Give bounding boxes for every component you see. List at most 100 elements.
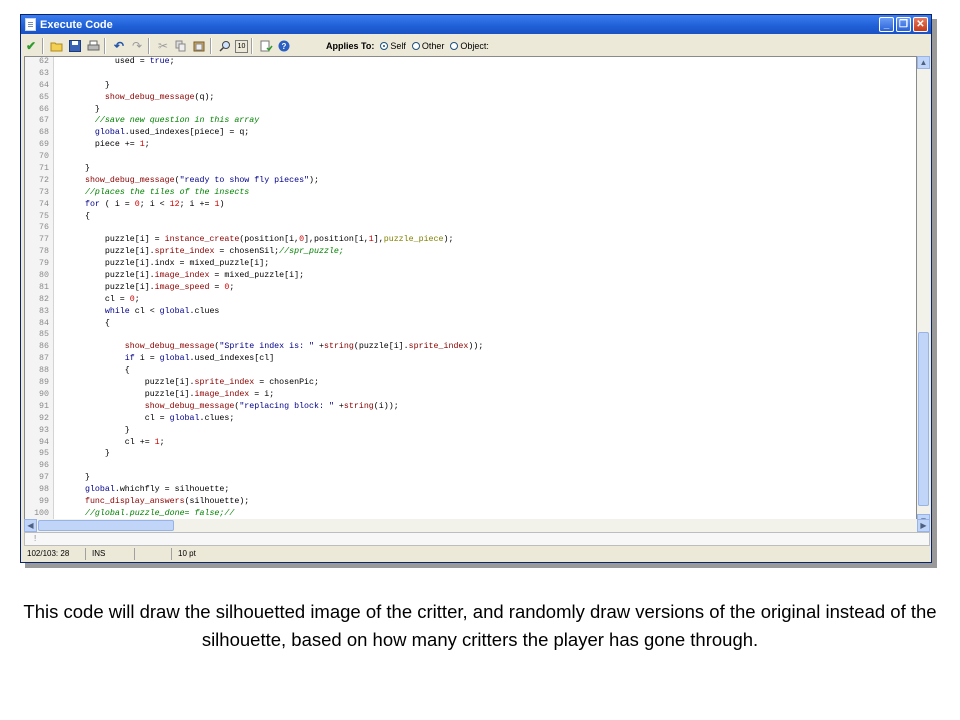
code-line[interactable]: 82 cl = 0; [25, 294, 916, 306]
scroll-up-icon[interactable]: ▲ [917, 56, 930, 69]
code-line[interactable]: 91 show_debug_message("replacing block: … [25, 401, 916, 413]
redo-icon[interactable]: ↷ [129, 38, 145, 54]
code-text: puzzle[i].sprite_index = chosenSil;//spr… [53, 246, 344, 258]
code-token: { [84, 211, 90, 221]
code-token: { [124, 366, 130, 376]
code-line[interactable]: 79 puzzle[i].indx = mixed_puzzle[i]; [25, 258, 916, 270]
code-token: (i)); [373, 401, 399, 411]
code-token: global [94, 128, 125, 138]
scroll-left-icon[interactable]: ◀ [24, 519, 37, 532]
code-line[interactable]: 71 } [25, 163, 916, 175]
horizontal-scroll-thumb[interactable] [38, 520, 174, 531]
applies-to-label: Applies To: [326, 41, 375, 51]
code-token: (puzzle[i]. [353, 342, 409, 352]
code-line[interactable]: 62 used = true; [25, 57, 916, 68]
cut-icon[interactable]: ✂ [155, 38, 171, 54]
code-token: ; [159, 437, 165, 447]
close-button[interactable]: ✕ [913, 17, 928, 32]
find-icon[interactable] [217, 38, 233, 54]
code-token: } [104, 449, 110, 459]
code-line[interactable]: 72 show_debug_message("ready to show fly… [25, 175, 916, 187]
code-line[interactable]: 89 puzzle[i].sprite_index = chosenPic; [25, 377, 916, 389]
goto-line-icon[interactable]: 10 [235, 39, 248, 53]
code-line[interactable]: 63 [25, 68, 916, 80]
check-icon[interactable]: ✔ [23, 38, 39, 54]
slide-caption: This code will draw the silhouetted imag… [23, 601, 937, 650]
code-token: cl += [124, 437, 155, 447]
code-line[interactable]: 80 puzzle[i].image_index = mixed_puzzle[… [25, 270, 916, 282]
code-line[interactable]: 98 global.whichfly = silhouette; [25, 484, 916, 496]
code-line[interactable]: 87 if i = global.used_indexes[cl] [25, 353, 916, 365]
scroll-right-icon[interactable]: ▶ [917, 519, 930, 532]
code-token: ],position[i, [304, 235, 369, 245]
code-line[interactable]: 97 } [25, 472, 916, 484]
radio-self[interactable]: Self [380, 41, 406, 51]
code-line[interactable]: 77 puzzle[i] = instance_create(position[… [25, 234, 916, 246]
code-line[interactable]: 75 { [25, 211, 916, 223]
radio-object[interactable]: Object: [450, 41, 489, 51]
code-token: instance_create [164, 235, 240, 245]
code-token: puzzle_piece [383, 235, 444, 245]
help-icon[interactable]: ? [276, 38, 292, 54]
code-line[interactable]: 84 { [25, 318, 916, 330]
vertical-scroll-thumb[interactable] [918, 332, 929, 506]
line-number: 88 [39, 366, 49, 376]
code-line[interactable]: 74 for ( i = 0; i < 12; i += 1) [25, 199, 916, 211]
code-text: puzzle[i].image_index = mixed_puzzle[i]; [53, 270, 304, 282]
code-token: puzzle[i]. [104, 247, 155, 257]
save-icon[interactable] [67, 38, 83, 54]
line-number: 71 [39, 164, 49, 174]
code-line[interactable]: 69 piece += 1; [25, 139, 916, 151]
code-line[interactable]: 95 } [25, 448, 916, 460]
code-editor[interactable]: 62 used = true; 63 64 } 65 show_debug_messa… [24, 56, 917, 527]
code-text: if i = global.used_indexes[cl] [53, 353, 274, 365]
open-folder-icon[interactable] [49, 38, 65, 54]
radio-other[interactable]: Other [411, 41, 444, 51]
vertical-scrollbar[interactable]: ▲ ▼ [917, 56, 930, 527]
title-bar[interactable]: Execute Code _ ❐ ✕ [21, 15, 931, 34]
code-token: sprite_index [154, 247, 215, 257]
code-token: global [169, 413, 200, 423]
code-line[interactable]: 86 show_debug_message("Sprite index is: … [25, 341, 916, 353]
code-token: puzzle[i] = [104, 235, 165, 245]
code-text: piece += 1; [53, 139, 150, 151]
line-number: 90 [39, 389, 49, 399]
code-text: } [53, 104, 100, 116]
code-line[interactable]: 73 //places the tiles of the insects [25, 187, 916, 199]
minimize-button[interactable]: _ [879, 17, 894, 32]
code-line[interactable]: 81 puzzle[i].image_speed = 0; [25, 282, 916, 294]
code-token: ], [373, 235, 384, 245]
copy-icon[interactable] [173, 38, 189, 54]
paste-icon[interactable] [191, 38, 207, 54]
code-line[interactable]: 94 cl += 1; [25, 437, 916, 449]
code-text: puzzle[i].image_index = i; [53, 389, 274, 401]
code-line[interactable]: 66 } [25, 104, 916, 116]
undo-icon[interactable]: ↶ [111, 38, 127, 54]
code-line[interactable]: 90 puzzle[i].image_index = i; [25, 389, 916, 401]
horizontal-scrollbar[interactable]: ◀ ▶ [24, 519, 930, 532]
code-line[interactable]: 70 [25, 151, 916, 163]
code-line[interactable]: 85 [25, 329, 916, 341]
code-line[interactable]: 100 //global.puzzle_done= false;// [25, 508, 916, 520]
code-line[interactable]: 96 [25, 460, 916, 472]
line-number: 70 [39, 152, 49, 162]
print-icon[interactable] [85, 38, 101, 54]
maximize-button[interactable]: ❐ [896, 17, 911, 32]
code-line[interactable]: 93 } [25, 425, 916, 437]
code-line[interactable]: 92 cl = global.clues; [25, 413, 916, 425]
code-token: sprite_index [408, 342, 469, 352]
code-line[interactable]: 83 while cl < global.clues [25, 306, 916, 318]
line-number: 100 [34, 508, 49, 518]
check-script-icon[interactable] [258, 38, 274, 54]
code-token: //spr_puzzle; [279, 247, 344, 257]
line-number: 65 [39, 92, 49, 102]
code-line[interactable]: 99 func_display_answers(silhouette); [25, 496, 916, 508]
code-line[interactable]: 68 global.used_indexes[piece] = q; [25, 127, 916, 139]
toolbar-separator [104, 38, 106, 54]
code-line[interactable]: 76 [25, 222, 916, 234]
code-line[interactable]: 88 { [25, 365, 916, 377]
code-line[interactable]: 65 show_debug_message(q); [25, 92, 916, 104]
code-line[interactable]: 64 } [25, 80, 916, 92]
code-line[interactable]: 78 puzzle[i].sprite_index = chosenSil;//… [25, 246, 916, 258]
code-line[interactable]: 67 //save new question in this array [25, 115, 916, 127]
